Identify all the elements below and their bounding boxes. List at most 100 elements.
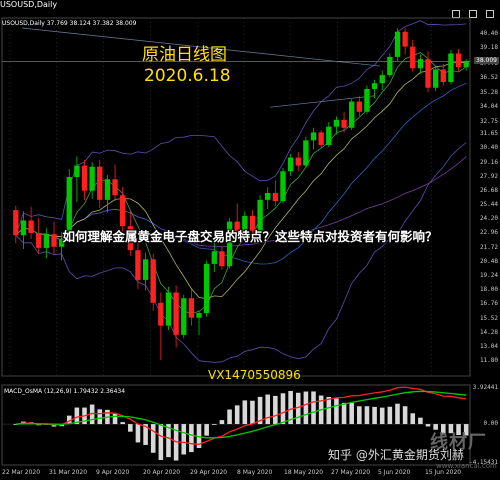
macd-histogram-bar (372, 406, 377, 425)
y-axis-label: 25.44 (479, 201, 498, 209)
candle-body (158, 302, 164, 326)
macd-histogram-bar (349, 402, 354, 425)
candle-body (379, 75, 385, 84)
candle-body (265, 192, 271, 200)
candle-body (333, 119, 340, 127)
candle-body (287, 157, 294, 172)
candle-body (89, 166, 95, 191)
watermark-account: 知乎 @外汇黄金期货刘赫 (328, 448, 464, 462)
y-axis-label: 13.04 (479, 342, 498, 350)
y-axis-label: 31.65 (479, 130, 498, 138)
macd-histogram-bar (181, 424, 187, 455)
macd-histogram-bar (128, 424, 133, 432)
candle-body (104, 179, 111, 200)
candle-body (318, 132, 324, 145)
macd-y-label: -4.15431 (469, 458, 498, 466)
macd-histogram-bar (425, 424, 431, 427)
y-axis-label: 36.52 (479, 74, 498, 82)
candle-body (402, 31, 408, 47)
y-axis-label: 30.40 (479, 144, 498, 152)
candle-body (150, 259, 156, 303)
macd-histogram-bar (273, 395, 278, 425)
macd-histogram-bar (265, 394, 271, 425)
macd-histogram-bar (211, 424, 217, 425)
candle-body (211, 251, 217, 264)
candle-body (387, 56, 393, 76)
macd-histogram-bar (227, 409, 232, 425)
candle-body (165, 292, 172, 326)
macd-label: MACD_OsMA (12,26,9) 1.79432 2.36434 (4, 388, 126, 395)
candle-body (364, 88, 370, 112)
candle-body (455, 53, 462, 68)
current-price-label: 38.009 (474, 57, 499, 65)
candle-body (410, 46, 416, 69)
macd-histogram-bar (402, 406, 408, 425)
macd-histogram-bar (189, 424, 194, 453)
candle-body (173, 292, 179, 335)
y-axis-label: 24.20 (479, 215, 498, 223)
y-axis-label: 16.76 (479, 300, 498, 308)
candle-body (417, 59, 424, 69)
y-axis-label: 26.68 (479, 186, 498, 194)
macd-histogram-bar (326, 396, 332, 425)
y-axis-label: 20.48 (479, 257, 498, 265)
y-axis-label: 32.75 (479, 117, 498, 125)
candle-body (203, 263, 210, 314)
macd-histogram-bar (418, 417, 423, 425)
macd-histogram-bar (219, 420, 225, 425)
overlay-title: 原油日线图 (142, 45, 227, 65)
y-axis-label: 29.16 (479, 158, 498, 166)
y-axis-label: 19.24 (479, 272, 498, 280)
y-axis-label: 40.40 (479, 30, 498, 37)
macd-histogram-bar (410, 413, 416, 425)
macd-histogram-bar (112, 413, 118, 425)
macd-histogram-bar (379, 407, 385, 425)
x-axis-label: 8 May 2020 (237, 469, 273, 476)
macd-y-label: 0.00 (483, 420, 498, 428)
candle-body (432, 69, 439, 88)
candle-body (280, 171, 286, 202)
candle-body (425, 59, 431, 88)
macd-y-label: 3.92441 (472, 383, 498, 391)
candle-body (181, 298, 187, 335)
price-chart[interactable] (0, 14, 500, 381)
headline-banner: 如何理解金属黄金电子盘交易的特点？这些特点对投资者有何影响？ (62, 229, 438, 244)
overlay-date: 2020.6.18 (144, 66, 231, 86)
macd-histogram-bar (250, 400, 255, 425)
macd-histogram-bar (341, 402, 347, 425)
candle-body (371, 83, 378, 89)
candle-body (219, 251, 225, 267)
candle-body (341, 119, 347, 128)
candle-body (272, 192, 279, 202)
candle-body (349, 101, 355, 128)
macd-histogram-bar (303, 391, 309, 425)
watermark-code: VX1470550896 (208, 368, 301, 382)
macd-histogram-bar (150, 424, 156, 453)
y-axis-label: 14.28 (479, 328, 498, 336)
y-axis-label: 34.04 (479, 102, 498, 110)
candle-body (356, 101, 362, 112)
candle-body (81, 165, 88, 191)
x-axis-label: 5 Jun 2020 (378, 469, 411, 476)
y-axis-label: 35.28 (479, 88, 498, 96)
y-axis-label: 27.92 (479, 172, 498, 180)
x-axis-label: 22 Mar 2020 (2, 469, 41, 476)
candle-body (74, 165, 80, 177)
chart-window: USOUSD,Daily USOUSD,Daily 37.769 38.124 … (0, 0, 500, 480)
candle-body (326, 126, 332, 145)
candle-body (303, 140, 309, 166)
y-axis-label: 18.00 (479, 286, 498, 294)
y-axis-label: 21.72 (479, 243, 498, 251)
macd-histogram-bar (135, 424, 141, 443)
macd-histogram-bar (158, 424, 164, 461)
macd-histogram-bar (387, 406, 393, 425)
macd-histogram-bar (311, 391, 316, 425)
macd-histogram-bar (166, 424, 171, 458)
candle-body (112, 179, 118, 196)
y-axis-label: 22.96 (479, 229, 498, 237)
x-axis-label: 18 May 2020 (284, 469, 324, 476)
x-axis-label: 9 Apr 2020 (96, 469, 130, 476)
y-axis-label: 11.80 (479, 357, 498, 365)
candle-body (135, 250, 141, 280)
candle-body (440, 69, 446, 83)
